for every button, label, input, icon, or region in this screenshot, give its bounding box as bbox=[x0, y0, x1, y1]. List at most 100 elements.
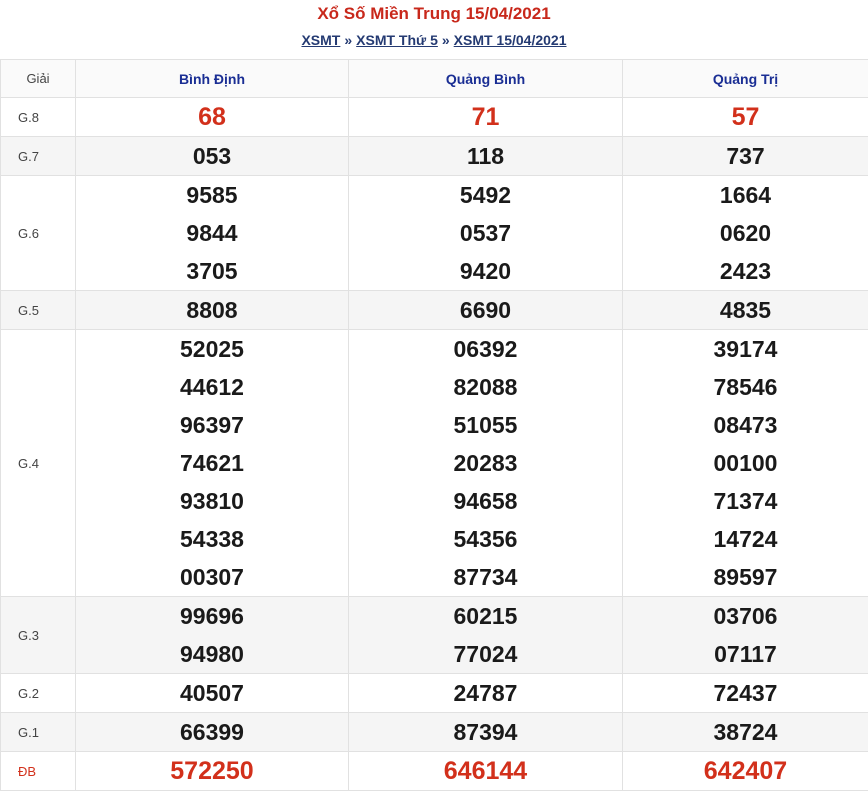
prize-name: ĐB bbox=[0, 751, 76, 791]
lottery-number: 08473 bbox=[713, 412, 778, 438]
lottery-number: 8808 bbox=[186, 297, 238, 323]
lottery-number: 94658 bbox=[453, 488, 518, 514]
result-cell: 053 bbox=[75, 136, 349, 176]
results-table: Giải Bình Định Quảng Bình Quảng Trị G.8 6… bbox=[0, 59, 868, 791]
result-cell: 39174 78546 08473 00100 71374 14724 89597 bbox=[622, 329, 868, 597]
lottery-number: 118 bbox=[466, 143, 505, 169]
result-cell: 66399 bbox=[75, 712, 349, 752]
result-cell: 118 bbox=[348, 136, 623, 176]
lottery-number: 99696 bbox=[180, 603, 244, 629]
result-cell: 1664 0620 2423 bbox=[622, 175, 868, 291]
result-cell: 5492 0537 9420 bbox=[348, 175, 623, 291]
lottery-number: 00307 bbox=[180, 564, 244, 590]
lottery-number: 053 bbox=[192, 143, 232, 169]
lottery-number: 96397 bbox=[180, 412, 244, 438]
lottery-number: 89597 bbox=[713, 564, 778, 590]
lottery-number: 52025 bbox=[180, 336, 244, 362]
result-cell: 57 bbox=[622, 97, 868, 137]
lottery-number: 78546 bbox=[713, 374, 778, 400]
result-cell: 60215 77024 bbox=[348, 596, 623, 674]
lottery-number: 93810 bbox=[180, 488, 244, 514]
result-cell: 03706 07117 bbox=[622, 596, 868, 674]
lottery-number: 9585 bbox=[186, 182, 238, 208]
lottery-number: 642407 bbox=[703, 757, 788, 785]
lottery-number: 38724 bbox=[713, 719, 778, 745]
prize-name: G.2 bbox=[0, 673, 76, 713]
result-cell: 72437 bbox=[622, 673, 868, 713]
result-cell: 52025 44612 96397 74621 93810 54338 00307 bbox=[75, 329, 349, 597]
breadcrumb-separator: » bbox=[344, 32, 353, 48]
lottery-number: 60215 bbox=[453, 603, 518, 629]
result-cell: 642407 bbox=[622, 751, 868, 791]
lottery-number: 737 bbox=[726, 143, 765, 169]
lottery-number: 14724 bbox=[713, 526, 778, 552]
lottery-number: 07117 bbox=[714, 641, 777, 667]
lottery-number: 71374 bbox=[713, 488, 778, 514]
prize-name: G.5 bbox=[0, 290, 76, 330]
table-row: G.3 99696 94980 60215 77024 03706 07117 bbox=[0, 596, 868, 674]
breadcrumb-link-xsmt-thu5[interactable]: XSMT Thứ 5 bbox=[356, 32, 438, 48]
result-cell: 24787 bbox=[348, 673, 623, 713]
results-body: G.8 68 71 57 G.7 053 118 737 G.6 9585 9844 3705 5492… bbox=[0, 97, 868, 791]
lottery-number: 0620 bbox=[719, 220, 772, 246]
lottery-number: 54338 bbox=[180, 526, 244, 552]
lottery-number: 39174 bbox=[713, 336, 778, 362]
header-province-binh-dinh: Bình Định bbox=[75, 59, 349, 98]
prize-name: G.1 bbox=[0, 712, 76, 752]
table-row: G.4 52025 44612 96397 74621 93810 54338 00307 06… bbox=[0, 329, 868, 597]
breadcrumb-separator: » bbox=[441, 32, 450, 48]
lottery-number: 6690 bbox=[459, 297, 512, 323]
lottery-number: 3705 bbox=[186, 258, 238, 284]
lottery-number: 57 bbox=[731, 103, 760, 131]
table-row: G.5 8808 6690 4835 bbox=[0, 290, 868, 330]
result-cell: 06392 82088 51055 20283 94658 54356 87734 bbox=[348, 329, 623, 597]
result-cell: 8808 bbox=[75, 290, 349, 330]
lottery-number: 572250 bbox=[170, 757, 254, 785]
result-cell: 646144 bbox=[348, 751, 623, 791]
lottery-number: 82088 bbox=[453, 374, 518, 400]
lottery-number: 87734 bbox=[453, 564, 518, 590]
result-cell: 87394 bbox=[348, 712, 623, 752]
table-row: ĐB 572250 646144 642407 bbox=[0, 751, 868, 791]
result-cell: 71 bbox=[348, 97, 623, 137]
breadcrumb: XSMT» XSMT Thứ 5» XSMT 15/04/2021 bbox=[0, 29, 868, 51]
result-cell: 38724 bbox=[622, 712, 868, 752]
lottery-number: 72437 bbox=[713, 680, 778, 706]
result-cell: 737 bbox=[622, 136, 868, 176]
breadcrumb-link-xsmt[interactable]: XSMT bbox=[301, 32, 340, 48]
result-cell: 40507 bbox=[75, 673, 349, 713]
lottery-number: 5492 bbox=[459, 182, 512, 208]
result-cell: 68 bbox=[75, 97, 349, 137]
table-header-row: Giải Bình Định Quảng Bình Quảng Trị bbox=[0, 59, 868, 98]
page-title: Xổ Số Miền Trung 15/04/2021 bbox=[317, 4, 551, 23]
lottery-number: 20283 bbox=[453, 450, 518, 476]
table-row: G.8 68 71 57 bbox=[0, 97, 868, 137]
lottery-number: 0537 bbox=[459, 220, 512, 246]
lottery-number: 66399 bbox=[180, 719, 244, 745]
result-cell: 4835 bbox=[622, 290, 868, 330]
lottery-number: 51055 bbox=[453, 412, 518, 438]
prize-name: G.3 bbox=[0, 596, 76, 674]
prize-name: G.4 bbox=[0, 329, 76, 597]
lottery-number: 44612 bbox=[180, 374, 244, 400]
lottery-number: 54356 bbox=[453, 526, 518, 552]
lottery-number: 74621 bbox=[180, 450, 244, 476]
prize-name: G.7 bbox=[0, 136, 76, 176]
lottery-number: 00100 bbox=[713, 450, 778, 476]
table-row: G.6 9585 9844 3705 5492 0537 9420 1664 0620 2423 bbox=[0, 175, 868, 291]
lottery-number: 9844 bbox=[186, 220, 238, 246]
prize-name: G.8 bbox=[0, 97, 76, 137]
lottery-number: 71 bbox=[471, 103, 500, 131]
table-row: G.1 66399 87394 38724 bbox=[0, 712, 868, 752]
table-row: G.2 40507 24787 72437 bbox=[0, 673, 868, 713]
lottery-number: 2423 bbox=[719, 258, 772, 284]
lottery-number: 03706 bbox=[713, 603, 778, 629]
breadcrumb-link-xsmt-date[interactable]: XSMT 15/04/2021 bbox=[454, 32, 567, 48]
prize-name: G.6 bbox=[0, 175, 76, 291]
lottery-number: 646144 bbox=[443, 757, 528, 785]
result-cell: 99696 94980 bbox=[75, 596, 349, 674]
header-province-quang-tri: Quảng Trị bbox=[622, 59, 868, 98]
header-province-quang-binh: Quảng Bình bbox=[348, 59, 623, 98]
lottery-number: 9420 bbox=[459, 258, 512, 284]
result-cell: 572250 bbox=[75, 751, 349, 791]
